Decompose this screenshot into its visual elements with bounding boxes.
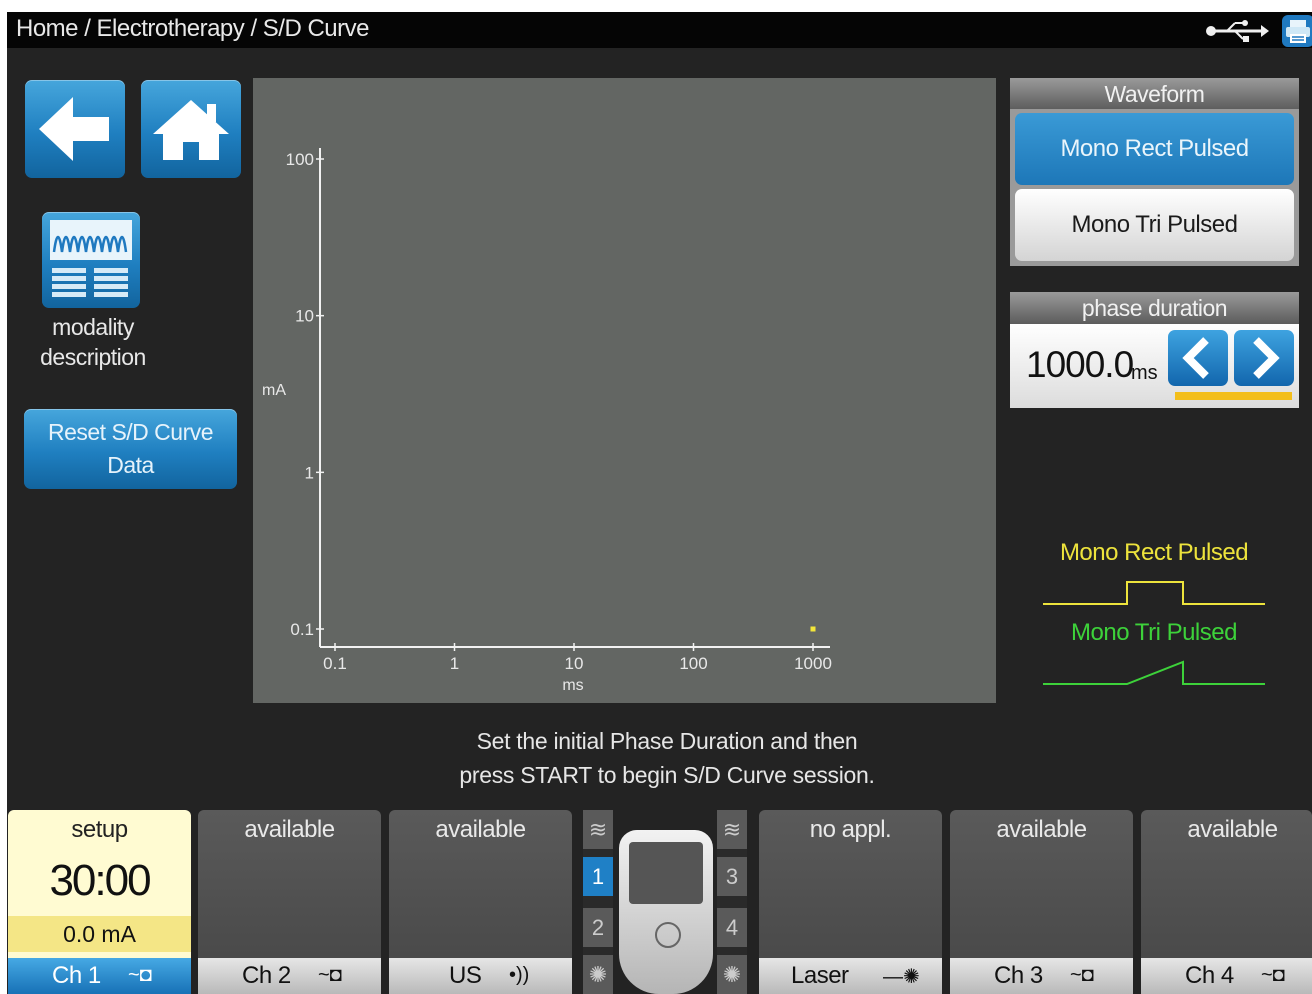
waveform-header: Waveform [1010, 78, 1299, 110]
device-slot-1[interactable]: 1 [583, 857, 613, 896]
x-axis-label: ms [562, 677, 583, 694]
device-right-column: ≋ 3 4 ✺ [717, 810, 747, 994]
channel-status: setup [71, 816, 128, 843]
channel-label: Ch 1 [52, 962, 101, 989]
device-selector: ≋ 1 2 ✺ ≋ 3 4 ✺ [583, 810, 747, 994]
channel-current: 0.0 mA [8, 916, 191, 952]
channel-tab[interactable]: US •)) [389, 958, 572, 994]
device-screen [629, 842, 703, 904]
phase-duration-control: 1000.0 ms [1010, 324, 1299, 408]
phase-duration-header: phase duration [1010, 292, 1299, 324]
data-point [810, 626, 816, 632]
device-slot-3[interactable]: 3 [717, 857, 747, 896]
mono-rect-waveform-line [1043, 581, 1265, 605]
chart-svg: mA ms 0.1 1 10 100 1000 100 10 1 0.1 [262, 148, 832, 694]
channel-tab[interactable]: Ch 1 ~◘ [8, 958, 191, 994]
legend-mono-tri-label: Mono Tri Pulsed [1071, 619, 1237, 646]
y-tick-label: 100 [286, 150, 314, 169]
breadcrumb[interactable]: Home / Electrotherapy / S/D Curve [16, 15, 369, 43]
channel-ch2[interactable]: available Ch 2 ~◘ [198, 810, 381, 994]
channel-status: available [996, 816, 1087, 843]
modality-label-line2: description [40, 344, 146, 370]
channel-ch3[interactable]: available Ch 3 ~◘ [950, 810, 1133, 994]
y-tick-label: 10 [295, 307, 314, 326]
reset-label: Reset S/D Curve Data [47, 419, 214, 478]
phase-duration-value: 1000.0 [1026, 344, 1134, 385]
x-tick-label: 100 [679, 654, 707, 673]
back-button[interactable] [25, 80, 125, 178]
app-frame: Home / Electrotherapy / S/D Curve modali… [7, 12, 1312, 994]
ultrasound-icon: •)) [509, 964, 530, 986]
channel-us[interactable]: available US •)) [389, 810, 572, 994]
laser-probe-icon: ✺ [583, 955, 613, 994]
phase-duration-indicator [1175, 392, 1292, 400]
x-tick-label: 10 [565, 654, 584, 673]
electrode-icon: ~◘ [1261, 964, 1285, 986]
channel-status: no appl. [809, 816, 892, 843]
y-axis-label: mA [262, 382, 286, 399]
increase-button[interactable] [1234, 330, 1294, 386]
instruction-line2: press START to begin S/D Curve session. [459, 762, 875, 788]
device-left-column: ≋ 1 2 ✺ [583, 810, 613, 994]
waveform-option-mono-rect[interactable]: Mono Rect Pulsed [1015, 113, 1294, 185]
laser-icon: —✺ [883, 966, 920, 988]
arrow-left-icon [39, 97, 109, 161]
ultrasound-head-icon: ≋ [583, 810, 613, 849]
ultrasound-head-icon: ≋ [717, 810, 747, 849]
home-button[interactable] [141, 80, 241, 178]
channel-status: available [435, 816, 526, 843]
modality-description-label: modality description [23, 312, 163, 372]
chevron-left-icon [1182, 337, 1209, 379]
channel-label: Ch 2 [242, 962, 291, 989]
channel-label: Ch 3 [994, 962, 1043, 989]
y-tick-label: 1 [305, 463, 314, 482]
channel-status: available [1187, 816, 1278, 843]
device-slot-2[interactable]: 2 [583, 908, 613, 947]
channel-ch1[interactable]: setup 30:00 0.0 mA Ch 1 ~◘ [8, 810, 191, 994]
mono-tri-waveform-line [1043, 660, 1265, 685]
channel-timer: 30:00 [49, 856, 151, 905]
channel-tab[interactable]: Laser —✺ [759, 958, 942, 994]
waveform-selector: Mono Rect Pulsed Mono Tri Pulsed [1010, 109, 1299, 266]
electrode-icon: ~◘ [1070, 964, 1094, 986]
channel-tab[interactable]: Ch 2 ~◘ [198, 958, 381, 994]
channel-tab[interactable]: Ch 3 ~◘ [950, 958, 1133, 994]
channel-label: Ch 4 [1185, 962, 1234, 989]
electrode-icon: ~◘ [318, 964, 342, 986]
modality-description-button[interactable] [42, 212, 140, 308]
electrode-icon: ~◘ [128, 964, 152, 986]
x-tick-label: 1000 [794, 654, 832, 673]
sd-curve-chart: mA ms 0.1 1 10 100 1000 100 10 1 0.1 [253, 78, 996, 703]
chevron-right-icon [1253, 337, 1280, 379]
x-tick-label: 0.1 [323, 654, 347, 673]
device-slot-4[interactable]: 4 [717, 908, 747, 947]
channel-label: US [449, 962, 482, 989]
modality-label-line1: modality [52, 314, 134, 340]
channel-status: available [244, 816, 335, 843]
top-bar: Home / Electrotherapy / S/D Curve [7, 12, 1312, 48]
channel-label: Laser [791, 962, 849, 989]
phase-duration-unit: ms [1131, 362, 1158, 384]
instruction-line1: Set the initial Phase Duration and then [476, 728, 858, 754]
x-tick-label: 1 [450, 654, 459, 673]
device-knob-icon [655, 922, 681, 948]
y-tick-label: 0.1 [290, 620, 314, 639]
channel-ch4[interactable]: available Ch 4 ~◘ [1141, 810, 1312, 994]
usb-icon [1206, 20, 1269, 42]
home-icon [153, 100, 229, 160]
printer-icon[interactable] [1282, 15, 1312, 47]
reset-sd-curve-button[interactable]: Reset S/D Curve Data [24, 409, 237, 489]
instruction-text: Set the initial Phase Duration and then … [307, 724, 1027, 792]
device-image [619, 830, 713, 994]
channel-tab[interactable]: Ch 4 ~◘ [1141, 958, 1312, 994]
laser-probe-icon: ✺ [717, 955, 747, 994]
decrease-button[interactable] [1168, 330, 1228, 386]
channel-laser[interactable]: no appl. Laser —✺ [759, 810, 942, 994]
legend-mono-rect-label: Mono Rect Pulsed [1059, 539, 1249, 566]
waveform-document-icon [50, 220, 132, 297]
waveform-option-mono-tri[interactable]: Mono Tri Pulsed [1015, 189, 1294, 261]
